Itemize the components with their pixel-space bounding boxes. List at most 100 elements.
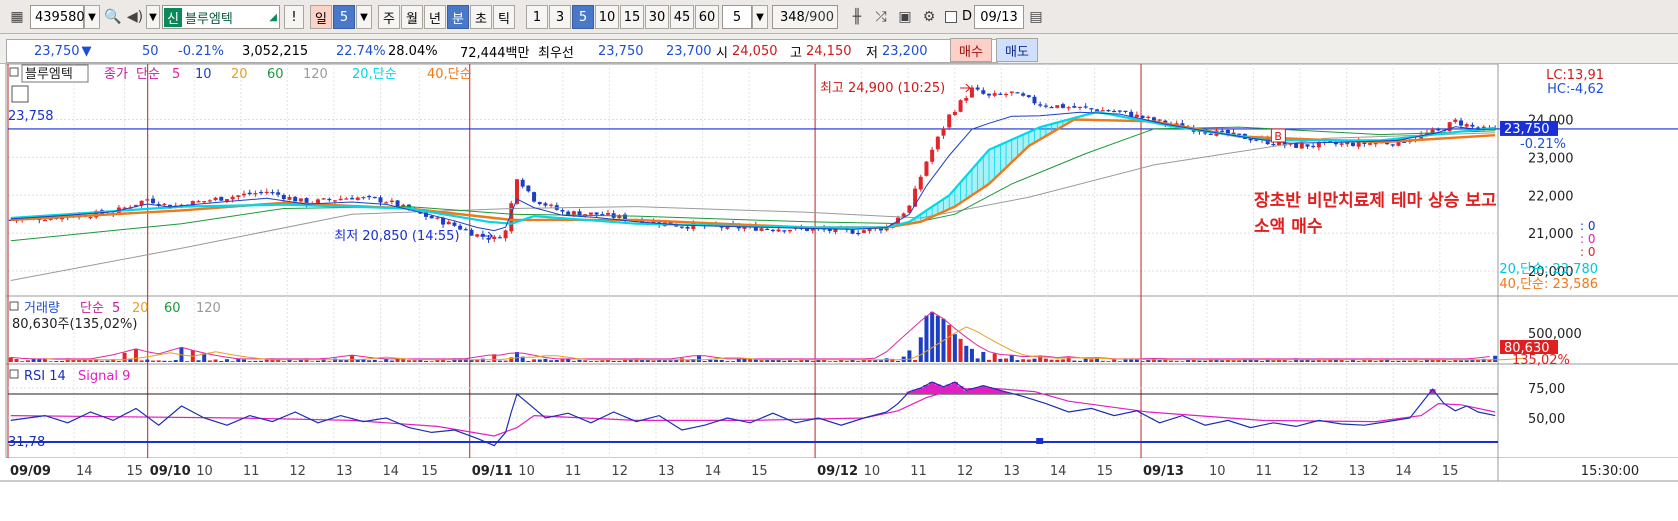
grid-toggle-icon: [11, 85, 29, 103]
candle-body: [88, 216, 93, 219]
current-rate-tag: -0.21%: [1520, 137, 1566, 152]
volume-bar: [543, 358, 548, 362]
period-dropdown-button[interactable]: ▼: [356, 5, 372, 29]
volume-bar: [924, 315, 929, 362]
change-rate: -0.21%: [178, 43, 224, 59]
date-checkbox[interactable]: [940, 6, 962, 28]
volume-bar: [14, 358, 19, 362]
interval-1[interactable]: 1: [526, 5, 548, 29]
candle-body: [469, 229, 474, 236]
interval-45[interactable]: 45: [670, 5, 694, 29]
volume-bar: [480, 358, 485, 362]
speaker-dropdown-button[interactable]: ▼: [146, 5, 160, 29]
candle-body: [1089, 108, 1094, 110]
candle-body: [765, 228, 770, 231]
legend-item: 10: [195, 67, 212, 82]
candle-body: [1038, 104, 1043, 106]
candle-body: [293, 196, 298, 202]
menu-icon[interactable]: ▦: [6, 6, 28, 28]
candle-body: [475, 234, 480, 237]
volume-bar: [168, 360, 173, 362]
period-value[interactable]: 5: [333, 5, 355, 29]
stock-name-field[interactable]: 신 블루엠텍 ◢: [162, 5, 280, 29]
stock-chart[interactable]: 블루엠텍종가단순510206012020,단순40,단순23,75824,000…: [0, 64, 1678, 521]
save-icon[interactable]: ▣: [894, 6, 916, 28]
volume-bar: [952, 334, 957, 362]
best-quote-label: 최우선: [538, 45, 574, 61]
volume-bar: [1288, 361, 1293, 362]
candle-body: [253, 193, 258, 195]
low-label: 저: [866, 45, 878, 61]
volume-bar: [1060, 359, 1065, 362]
interval-3[interactable]: 3: [549, 5, 571, 29]
volume-title: 거래량: [24, 301, 60, 316]
tab-week[interactable]: 주: [378, 5, 400, 29]
search-icon[interactable]: 🔍: [102, 6, 124, 28]
candle-body: [1350, 142, 1355, 146]
volume-bar: [947, 324, 952, 362]
candle-body: [930, 149, 935, 162]
interval-5[interactable]: 5: [572, 5, 594, 29]
candle-body: [1009, 91, 1014, 93]
min-price-annotation: 최저 20,850 (14:55): [334, 229, 459, 244]
tab-month[interactable]: 월: [401, 5, 423, 29]
x-hour-label: 11: [565, 464, 582, 479]
volume-bar: [873, 360, 878, 362]
trade-amount: 72,444백만: [460, 45, 530, 61]
current-price: 23,750 ▼: [34, 43, 92, 59]
candle-body: [1464, 124, 1469, 127]
code-dropdown-button[interactable]: ▼: [84, 5, 100, 29]
count-input[interactable]: 5: [722, 5, 752, 29]
candle-type-icon[interactable]: ╫: [846, 6, 868, 28]
open-label: 시: [716, 45, 728, 61]
interval-60[interactable]: 60: [695, 5, 719, 29]
volume-bar: [1106, 361, 1111, 362]
tab-second[interactable]: 초: [470, 5, 492, 29]
gear-icon[interactable]: ⚙: [918, 6, 940, 28]
tab-tick[interactable]: 틱: [493, 5, 515, 29]
candle-body: [1294, 143, 1299, 148]
series-title: 블루엠텍: [25, 67, 73, 82]
x-hour-label: 11: [1256, 464, 1273, 479]
volume-bar: [987, 359, 992, 362]
volume-legend-item: 20: [132, 301, 149, 316]
rsi-overbought-fill: [980, 385, 987, 394]
current-line-label: 23,758: [8, 109, 54, 124]
volume-ratio-1: 22.74%: [336, 43, 386, 59]
tab-minute[interactable]: 분: [447, 5, 469, 29]
candle-body: [1470, 124, 1475, 127]
candle-body: [1237, 133, 1242, 135]
tab-day[interactable]: 일: [310, 5, 332, 29]
legend-item: 단순: [136, 67, 160, 82]
volume-bar: [856, 360, 861, 362]
candle-body: [924, 161, 929, 176]
credit-badge: 신: [164, 7, 182, 27]
volume-bar: [1083, 358, 1088, 362]
count-dropdown-button[interactable]: ▼: [752, 5, 768, 29]
draw-tool-icon[interactable]: ⤮: [870, 6, 892, 28]
candle-body: [207, 200, 212, 202]
sell-button[interactable]: 매도: [996, 38, 1038, 62]
buy-button[interactable]: 매수: [950, 38, 992, 62]
note-line-2: 소액 매수: [1254, 217, 1323, 237]
volume-bar: [173, 360, 178, 362]
volume-bar: [1129, 359, 1134, 362]
tab-year[interactable]: 년: [424, 5, 446, 29]
alert-button[interactable]: !: [284, 5, 304, 29]
volume-bar: [1197, 360, 1202, 362]
x-date-label: 09/10: [150, 464, 191, 479]
down-arrow-icon: ▼: [81, 43, 92, 59]
interval-10[interactable]: 10: [595, 5, 619, 29]
speaker-icon[interactable]: ◀): [124, 6, 146, 28]
price-tick-label: 23,000: [1528, 151, 1574, 166]
calendar-icon[interactable]: ▤: [1025, 6, 1047, 28]
candle-body: [1339, 143, 1344, 145]
date-input[interactable]: 09/13: [974, 5, 1024, 29]
candle-body: [952, 111, 957, 115]
volume-bar: [964, 345, 969, 362]
candle-body: [566, 211, 571, 216]
candle-body: [446, 221, 451, 225]
interval-30[interactable]: 30: [645, 5, 669, 29]
stock-code-input[interactable]: 439580: [30, 5, 85, 29]
interval-15[interactable]: 15: [620, 5, 644, 29]
